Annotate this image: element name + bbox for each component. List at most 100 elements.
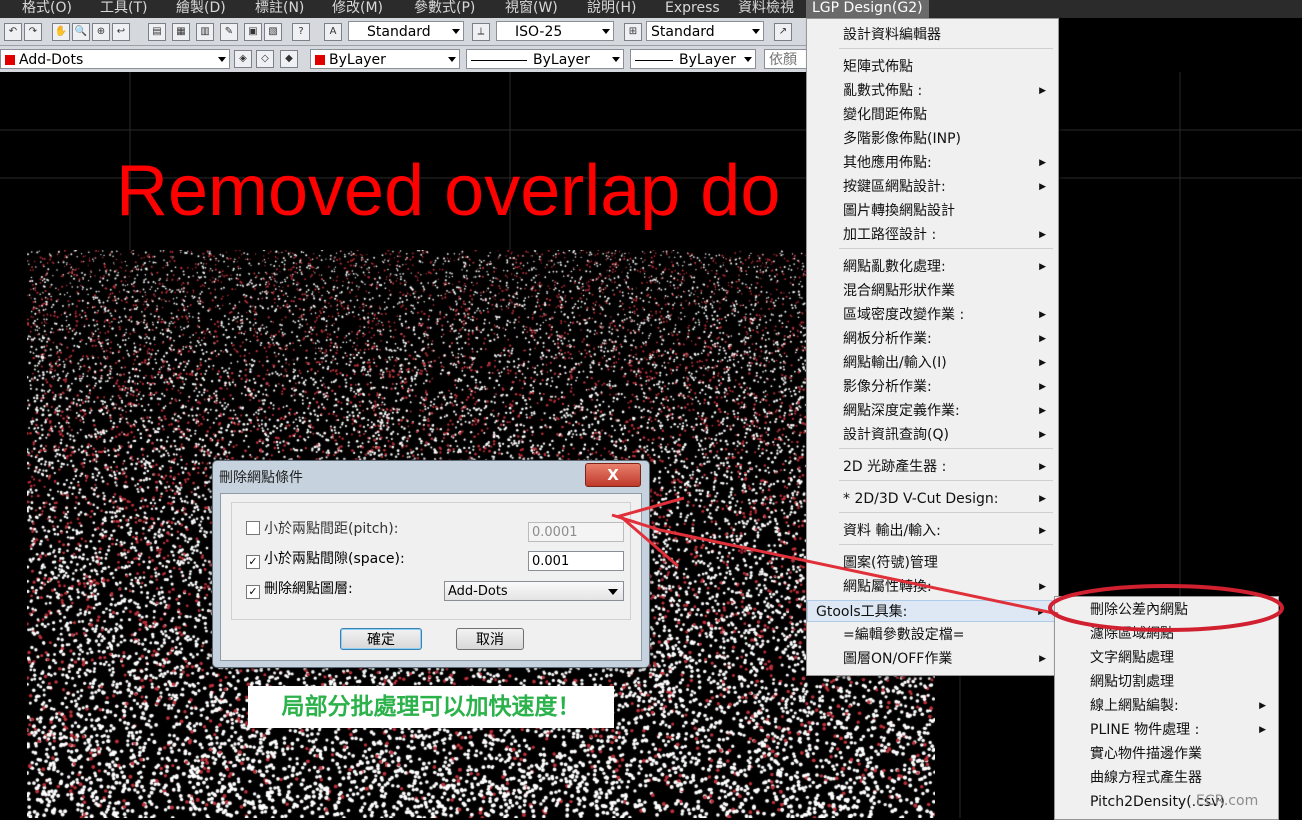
sheet-set-icon[interactable]: ▧ — [264, 23, 282, 41]
menu-item-label: =編輯參數設定檔= — [843, 627, 965, 643]
table-style-icon[interactable]: ⊞ — [624, 23, 642, 41]
menu-item[interactable]: Gtools工具集: ▶ — [807, 600, 1056, 622]
layer-previous-icon[interactable]: ◆ — [280, 50, 298, 68]
tool-palette-icon[interactable]: ▥ — [196, 23, 214, 41]
design-center-icon[interactable]: ▦ — [172, 23, 190, 41]
close-button[interactable]: X — [585, 463, 641, 487]
submenu-item-label: 濾除區域網點 — [1090, 626, 1174, 642]
menu-item[interactable]: 影像分析作業: ▶ — [807, 376, 1056, 398]
dim-style-select[interactable]: ISO-25 — [496, 21, 614, 41]
quickcalc-icon[interactable]: ▣ — [244, 23, 262, 41]
menu-dimension[interactable]: 標註(N) — [255, 0, 304, 18]
layer-dropdown[interactable]: Add-Dots — [444, 581, 624, 601]
menu-item[interactable]: 區域密度改變作業 : ▶ — [807, 304, 1056, 326]
menu-item[interactable]: 矩陣式佈點 — [807, 56, 1056, 78]
submenu-item[interactable]: 曲線方程式產生器 — [1055, 767, 1276, 789]
zoom-window-icon[interactable]: ⊕ — [92, 23, 110, 41]
menu-express[interactable]: Express — [665, 0, 720, 18]
markup-icon[interactable]: ✎ — [220, 23, 238, 41]
menu-modify[interactable]: 修改(M) — [332, 0, 383, 18]
submenu-item[interactable]: 文字網點處理 — [1055, 647, 1276, 669]
layer-select[interactable]: Add-Dots — [0, 49, 230, 69]
redo-icon[interactable]: ↷ — [24, 23, 42, 41]
submenu-item[interactable]: PLINE 物件處理 : ▶ — [1055, 719, 1276, 741]
undo-icon[interactable]: ↶ — [4, 23, 22, 41]
multileader-style-icon[interactable]: ↗ — [774, 23, 792, 41]
text-style-select[interactable]: Standard — [348, 21, 464, 41]
plot-style-select[interactable]: 依顏 — [764, 49, 808, 69]
menu-item[interactable]: 多階影像佈點(INP) — [807, 128, 1056, 150]
menu-item[interactable]: 2D 光跡產生器 : ▶ — [807, 456, 1056, 478]
menu-item[interactable]: 其他應用佈點: ▶ — [807, 152, 1056, 174]
menu-item[interactable]: 變化間距佈點 — [807, 104, 1056, 126]
submenu-arrow-icon: ▶ — [1039, 310, 1046, 320]
menu-item[interactable]: 亂數式佈點 : ▶ — [807, 80, 1056, 102]
menu-window[interactable]: 視窗(W) — [505, 0, 558, 18]
submenu-item[interactable]: 濾除區域網點 — [1055, 623, 1276, 645]
lineweight-select[interactable]: ByLayer — [630, 49, 756, 69]
menu-item[interactable]: 設計資訊查詢(Q) ▶ — [807, 424, 1056, 446]
submenu-arrow-icon: ▶ — [1039, 582, 1046, 592]
menu-separator — [839, 480, 1053, 481]
space-checkbox[interactable]: ✓ — [246, 555, 260, 569]
menu-data-view[interactable]: 資料檢視 — [738, 0, 794, 18]
layer-manager-icon[interactable]: ◈ — [234, 50, 252, 68]
submenu-item[interactable]: 實心物件描邊作業 — [1055, 743, 1276, 765]
menu-item[interactable]: 網點屬性轉換: ▶ — [807, 576, 1056, 598]
menu-item-label: 圖片轉換網點設計 — [843, 203, 955, 219]
help-icon[interactable]: ? — [292, 23, 310, 41]
menu-item[interactable]: 網點亂數化處理: ▶ — [807, 256, 1056, 278]
submenu-item[interactable]: 刪除公差內網點 — [1055, 599, 1276, 621]
properties-icon[interactable]: ▤ — [148, 23, 166, 41]
menu-separator — [839, 48, 1053, 49]
menu-item[interactable]: 網點輸出/輸入(I) ▶ — [807, 352, 1056, 374]
color-select[interactable]: ByLayer — [310, 49, 460, 69]
menu-item[interactable]: 加工路徑設計 : ▶ — [807, 224, 1056, 246]
ok-button[interactable]: 確定 — [340, 628, 422, 650]
text-style-icon[interactable]: A — [324, 23, 342, 41]
submenu-item[interactable]: 網點切割處理 — [1055, 671, 1276, 693]
dim-style-icon[interactable]: ⟂ — [472, 23, 490, 41]
chevron-down-icon — [602, 29, 610, 34]
menu-item[interactable]: 網板分析作業: ▶ — [807, 328, 1056, 350]
pan-icon[interactable]: ✋ — [52, 23, 70, 41]
menu-separator — [839, 544, 1053, 545]
space-label: 小於兩點間隙(space): — [264, 551, 405, 567]
menu-item-label: 網點深度定義作業: — [843, 403, 960, 419]
layer-checkbox[interactable]: ✓ — [246, 585, 260, 599]
make-current-icon[interactable]: ◇ — [256, 50, 274, 68]
menu-lgp-design[interactable]: LGP Design(G2) — [806, 0, 929, 18]
speedup-note: 局部分批處理可以加快速度！ — [248, 686, 614, 728]
menu-item[interactable]: =編輯參數設定檔= — [807, 624, 1056, 646]
menu-item[interactable]: 圖片轉換網點設計 — [807, 200, 1056, 222]
cancel-button[interactable]: 取消 — [456, 628, 524, 650]
zoom-previous-icon[interactable]: ↩ — [112, 23, 130, 41]
menu-tools[interactable]: 工具(T) — [100, 0, 147, 18]
submenu-arrow-icon: ▶ — [1038, 607, 1045, 617]
linetype-select[interactable]: ByLayer — [466, 49, 624, 69]
pitch-input[interactable]: 0.0001 — [528, 522, 624, 542]
submenu-arrow-icon: ▶ — [1039, 158, 1046, 168]
submenu-item-label: 線上網點編製: — [1090, 698, 1179, 714]
menu-item[interactable]: 圖層ON/OFF作業 ▶ — [807, 648, 1056, 670]
menu-parametric[interactable]: 參數式(P) — [414, 0, 475, 18]
table-style-select[interactable]: Standard — [646, 21, 764, 41]
submenu-arrow-icon: ▶ — [1039, 406, 1046, 416]
menu-format[interactable]: 格式(O) — [22, 0, 72, 18]
menu-item[interactable]: 按鍵區網點設計: ▶ — [807, 176, 1056, 198]
menu-item[interactable]: * 2D/3D V-Cut Design: ▶ — [807, 488, 1056, 510]
menu-item[interactable]: 混合網點形狀作業 — [807, 280, 1056, 302]
submenu-item-label: 刪除公差內網點 — [1090, 602, 1188, 618]
menu-draw[interactable]: 繪製(D) — [176, 0, 226, 18]
menu-item[interactable]: 設計資料編輯器 — [807, 24, 1056, 46]
menu-help[interactable]: 說明(H) — [587, 0, 636, 18]
menu-item[interactable]: 網點深度定義作業: ▶ — [807, 400, 1056, 422]
menu-item[interactable]: 資料 輸出/輸入: ▶ — [807, 520, 1056, 542]
space-input[interactable]: 0.001 — [528, 551, 624, 571]
chevron-down-icon — [608, 589, 618, 595]
pitch-checkbox[interactable] — [246, 521, 260, 535]
menu-item-label: 矩陣式佈點 — [843, 59, 913, 75]
menu-item[interactable]: 圖案(符號)管理 — [807, 552, 1056, 574]
zoom-realtime-icon[interactable]: 🔍 — [72, 23, 90, 41]
submenu-item[interactable]: 線上網點編製: ▶ — [1055, 695, 1276, 717]
